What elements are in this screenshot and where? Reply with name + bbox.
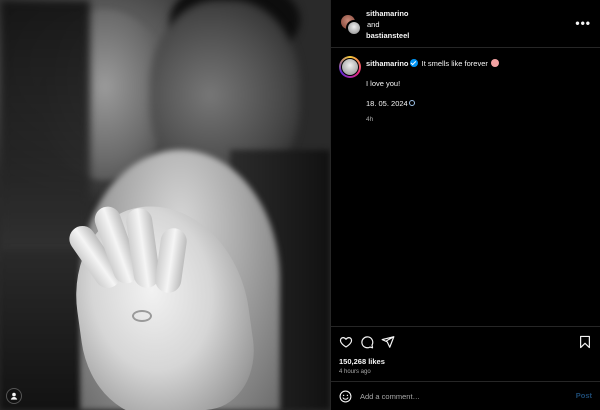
post-header: sithamarino and bastiansteel ••• bbox=[331, 0, 600, 48]
comment-input[interactable] bbox=[360, 389, 560, 403]
post-photo[interactable] bbox=[0, 0, 330, 410]
comment-icon bbox=[361, 336, 374, 349]
collab-username-1[interactable]: sithamarino bbox=[366, 8, 409, 19]
action-bar: 150,268 likes 4 hours ago bbox=[331, 326, 600, 380]
share-icon bbox=[381, 336, 395, 348]
caption-section: sithamarino It smells like forever I lov… bbox=[331, 48, 600, 123]
profile-icon bbox=[10, 392, 18, 400]
caption-timestamp[interactable]: 4h bbox=[366, 114, 591, 125]
save-button[interactable] bbox=[578, 335, 592, 349]
collab-names: sithamarino and bastiansteel bbox=[366, 8, 409, 41]
photo-ring bbox=[132, 310, 152, 322]
smile-emoji-icon bbox=[490, 59, 499, 67]
caption-date: 18. 05. 2024 bbox=[366, 99, 408, 108]
caption-line-2: I love you! bbox=[366, 79, 401, 88]
emoji-icon[interactable] bbox=[339, 390, 352, 403]
post-side-panel: sithamarino and bastiansteel ••• sithama… bbox=[330, 0, 600, 410]
post-age: 4 hours ago bbox=[339, 369, 371, 375]
avatar bbox=[346, 20, 362, 36]
comment-composer: Post bbox=[331, 381, 600, 410]
collab-avatars[interactable] bbox=[340, 14, 362, 36]
post-comment-button[interactable]: Post bbox=[576, 391, 592, 400]
caption-username[interactable]: sithamarino bbox=[366, 59, 409, 68]
caption-avatar[interactable] bbox=[339, 56, 361, 78]
collab-username-2[interactable]: bastiansteel bbox=[366, 30, 409, 41]
more-icon[interactable]: ••• bbox=[575, 16, 591, 30]
comment-button[interactable] bbox=[360, 335, 374, 349]
share-button[interactable] bbox=[381, 335, 395, 349]
caption-body: sithamarino It smells like forever I lov… bbox=[366, 58, 591, 125]
tagged-profile-button[interactable] bbox=[6, 388, 22, 404]
ring-emoji-icon bbox=[408, 100, 415, 106]
verified-icon bbox=[409, 59, 418, 67]
caption-date-line: 18. 05. 2024 bbox=[366, 98, 591, 109]
heart-icon bbox=[339, 337, 353, 348]
collab-and-text: and bbox=[367, 20, 380, 29]
photo-hair bbox=[0, 0, 90, 260]
caption-text: It smells like forever bbox=[421, 59, 488, 68]
bookmark-icon bbox=[580, 335, 590, 349]
like-button[interactable] bbox=[339, 335, 353, 349]
likes-count[interactable]: 150,268 likes bbox=[339, 357, 385, 366]
